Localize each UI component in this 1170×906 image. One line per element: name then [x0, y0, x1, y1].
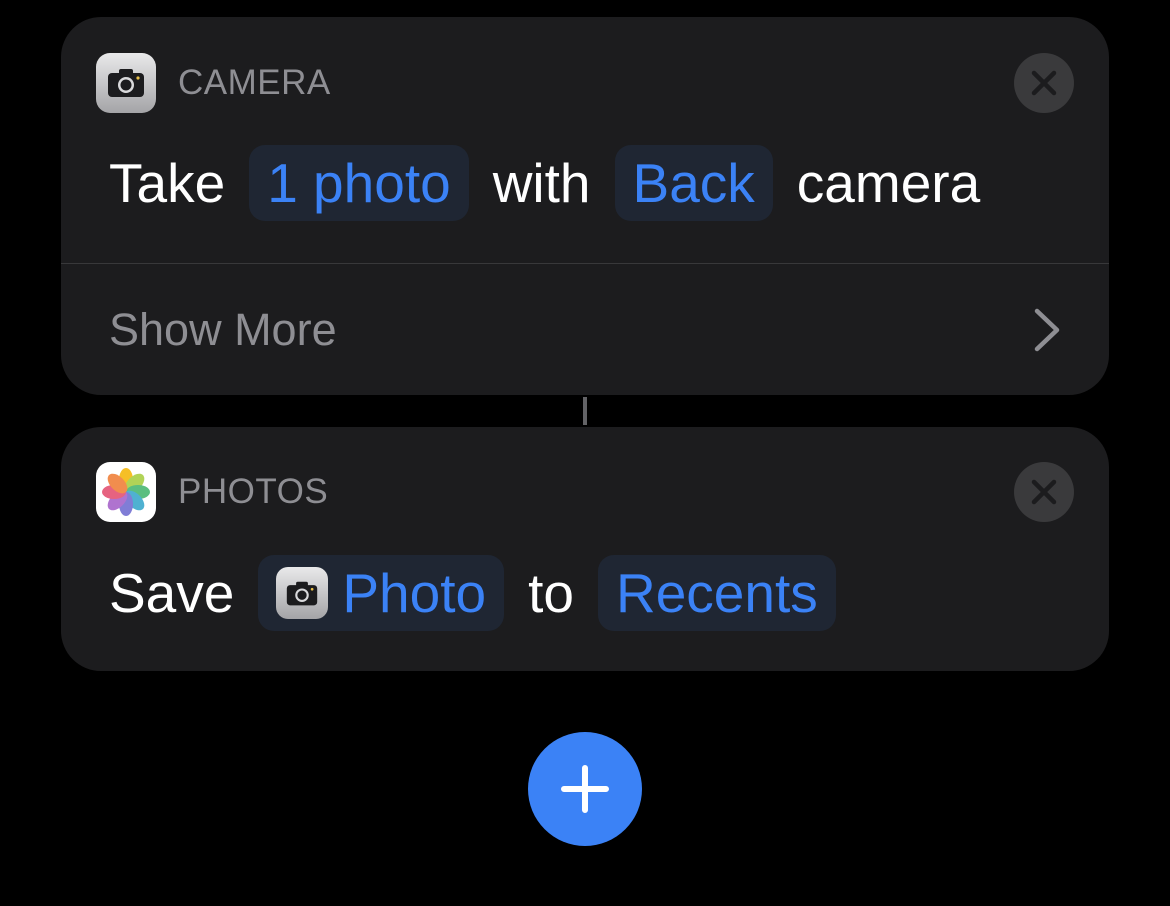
show-more-row[interactable]: Show More	[61, 264, 1109, 395]
camera-side-token[interactable]: Back	[614, 145, 773, 221]
word-take: Take	[109, 152, 226, 214]
album-token[interactable]: Recents	[597, 555, 836, 631]
photos-action-sentence: Save Photo to Recents	[109, 554, 836, 632]
camera-icon	[276, 567, 329, 619]
add-action-button[interactable]	[528, 732, 642, 846]
camera-action-header: CAMERA	[96, 53, 331, 113]
photo-variable-token[interactable]: Photo	[258, 555, 505, 631]
photos-action-card[interactable]: PHOTOS Save Photo to Recents	[61, 427, 1109, 671]
photos-icon	[96, 462, 156, 522]
close-icon	[1031, 70, 1057, 96]
camera-action-card[interactable]: CAMERA Take 1 photo with Back camera Sho…	[61, 17, 1109, 395]
plus-icon	[561, 765, 609, 813]
camera-app-name: CAMERA	[178, 63, 331, 102]
photo-count-token[interactable]: 1 photo	[249, 145, 469, 221]
chevron-right-icon	[1034, 308, 1060, 352]
camera-icon	[96, 53, 156, 113]
word-save: Save	[109, 562, 235, 624]
photos-app-name: PHOTOS	[178, 472, 329, 511]
show-more-label: Show More	[109, 304, 337, 355]
word-to: to	[528, 562, 574, 624]
remove-photos-action-button[interactable]	[1014, 462, 1074, 522]
word-with: with	[492, 152, 591, 214]
photos-action-header: PHOTOS	[96, 462, 328, 522]
close-icon	[1031, 479, 1057, 505]
photo-variable-label: Photo	[342, 562, 487, 624]
word-camera: camera	[796, 152, 981, 214]
remove-camera-action-button[interactable]	[1014, 53, 1074, 113]
camera-action-sentence: Take 1 photo with Back camera	[109, 145, 980, 221]
action-connector	[583, 397, 587, 425]
